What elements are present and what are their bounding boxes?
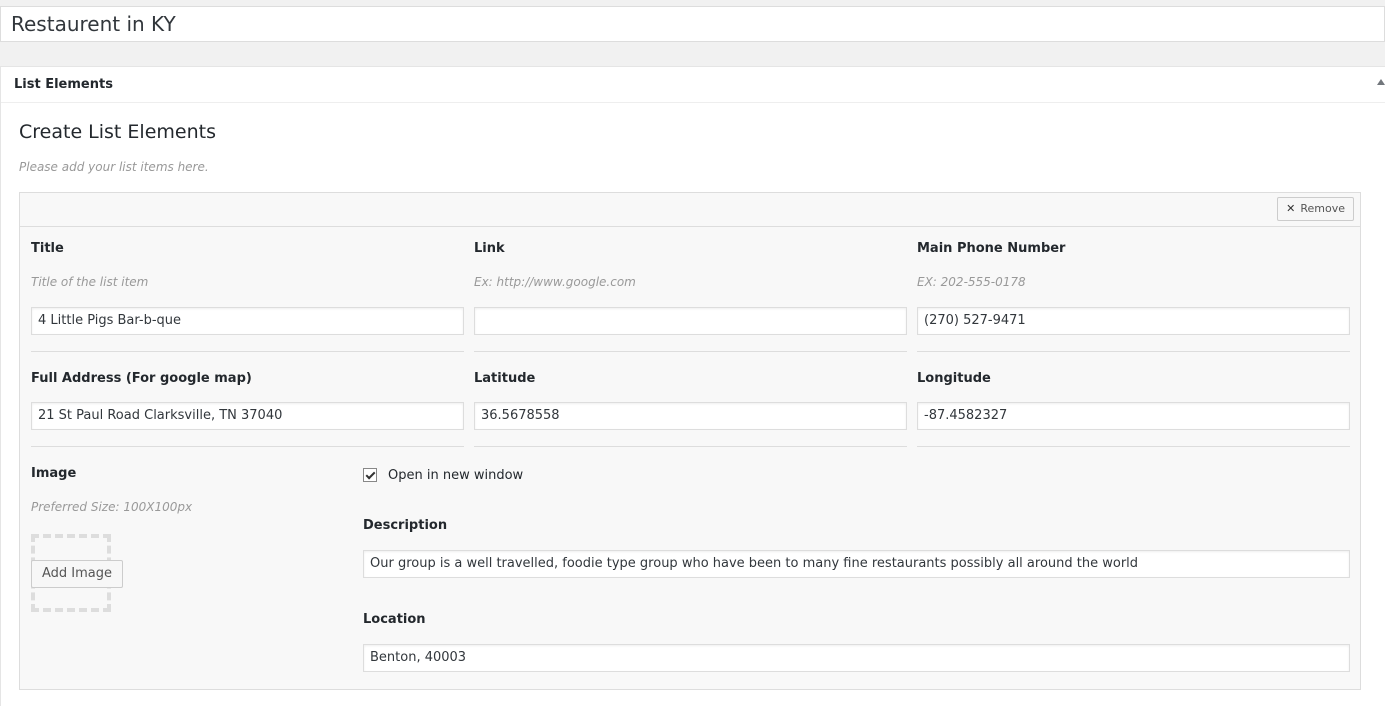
divider (474, 446, 907, 447)
open-new-window-checkbox[interactable] (363, 468, 377, 482)
section-title: Create List Elements (19, 121, 216, 143)
longitude-input[interactable]: -87.4582327 (917, 402, 1350, 430)
open-new-window-label: Open in new window (388, 468, 524, 483)
section-description: Please add your list items here. (19, 160, 209, 174)
divider (31, 446, 464, 447)
divider (917, 446, 1350, 447)
link-hint: Ex: http://www.google.com (474, 275, 636, 289)
divider (474, 351, 907, 352)
phone-input[interactable]: (270) 527-9471 (917, 307, 1350, 335)
phone-label: Main Phone Number (917, 241, 1066, 256)
phone-hint: EX: 202-555-0178 (917, 275, 1026, 289)
link-label: Link (474, 241, 505, 256)
location-input[interactable]: Benton, 40003 (363, 644, 1350, 672)
divider (31, 351, 464, 352)
latitude-label: Latitude (474, 371, 536, 386)
remove-label: Remove (1300, 202, 1345, 215)
location-label: Location (363, 612, 426, 627)
add-image-button[interactable]: Add Image (31, 560, 124, 588)
list-item-header: ✕ Remove (20, 193, 1360, 227)
remove-button[interactable]: ✕ Remove (1277, 197, 1354, 221)
image-label: Image (31, 466, 77, 481)
description-input[interactable]: Our group is a well travelled, foodie ty… (363, 550, 1350, 578)
title-label: Title (31, 241, 64, 256)
link-input[interactable] (474, 307, 907, 335)
list-item-panel: ✕ Remove Title Title of the list item 4 L… (19, 192, 1361, 690)
title-input[interactable]: 4 Little Pigs Bar-b-que (31, 307, 464, 335)
address-input[interactable]: 21 St Paul Road Clarksville, TN 37040 (31, 402, 464, 430)
post-title-input[interactable]: Restaurent in KY (0, 6, 1385, 42)
metabox-header[interactable]: List Elements (1, 67, 1385, 103)
divider (917, 351, 1350, 352)
metabox-title: List Elements (14, 77, 113, 92)
longitude-label: Longitude (917, 371, 991, 386)
image-hint: Preferred Size: 100X100px (31, 500, 193, 514)
collapse-arrow-icon[interactable] (1377, 79, 1385, 85)
close-icon: ✕ (1286, 202, 1296, 215)
title-hint: Title of the list item (31, 275, 149, 289)
list-elements-metabox: List Elements Create List Elements Pleas… (0, 66, 1385, 706)
address-label: Full Address (For google map) (31, 371, 252, 386)
latitude-input[interactable]: 36.5678558 (474, 402, 907, 430)
description-label: Description (363, 518, 448, 533)
